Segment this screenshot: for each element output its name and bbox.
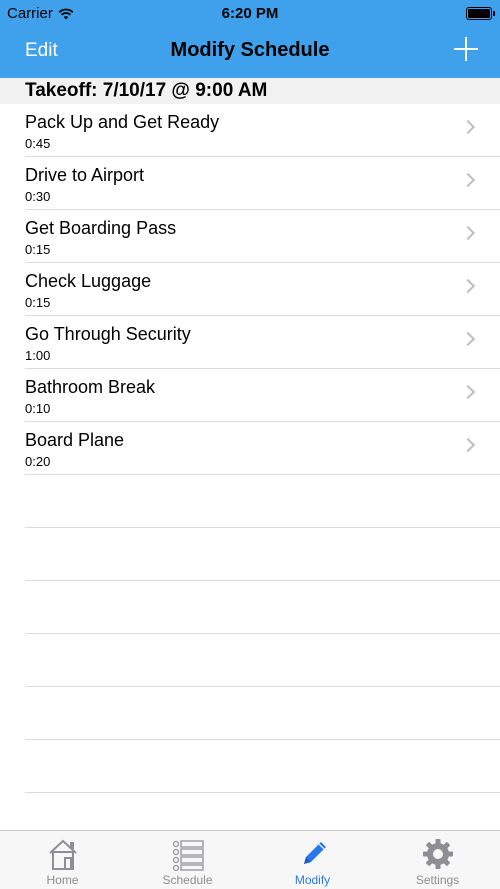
empty-row [25, 475, 500, 528]
chevron-right-icon [460, 331, 476, 347]
tab-bar: Home Schedule Modify Settings [0, 830, 500, 889]
chevron-right-icon [460, 119, 476, 135]
list-item[interactable]: Go Through Security 1:00 [25, 316, 500, 369]
tab-home[interactable]: Home [0, 831, 125, 889]
tab-settings[interactable]: Settings [375, 831, 500, 889]
navigation-bar: Edit Modify Schedule [0, 28, 500, 78]
chevron-right-icon [460, 278, 476, 294]
empty-row [25, 740, 500, 793]
item-duration: 0:10 [25, 401, 51, 416]
item-name: Bathroom Break [25, 377, 156, 397]
status-time: 6:20 PM [221, 5, 279, 22]
item-name: Board Plane [25, 430, 125, 450]
tab-schedule[interactable]: Schedule [125, 831, 250, 889]
gear-icon [422, 839, 453, 869]
chevron-right-icon [460, 437, 476, 453]
list-item[interactable]: Pack Up and Get Ready 0:45 [25, 104, 500, 157]
tab-label: Settings [415, 873, 460, 887]
list-icon [172, 840, 204, 871]
battery-icon [466, 7, 495, 20]
pencil-icon [303, 842, 326, 864]
list-item[interactable]: Drive to Airport 0:30 [25, 157, 500, 210]
item-name: Get Boarding Pass [25, 218, 177, 238]
chevron-right-icon [460, 225, 476, 241]
item-duration: 0:15 [25, 242, 51, 257]
item-duration: 0:15 [25, 295, 51, 310]
house-icon [48, 839, 77, 870]
list-item[interactable]: Board Plane 0:20 [25, 422, 500, 475]
empty-row [25, 687, 500, 740]
empty-row [25, 581, 500, 634]
item-name: Go Through Security [25, 324, 191, 344]
item-name: Pack Up and Get Ready [25, 112, 220, 132]
item-name: Check Luggage [25, 271, 152, 291]
item-duration: 0:45 [25, 136, 51, 151]
tab-label: Schedule [162, 873, 213, 887]
item-duration: 0:20 [25, 454, 51, 469]
empty-row [25, 528, 500, 581]
tab-label: Home [46, 873, 79, 887]
list-item[interactable]: Get Boarding Pass 0:15 [25, 210, 500, 263]
tab-label: Modify [294, 873, 331, 887]
takeoff-header: Takeoff: 7/10/17 @ 9:00 AM [0, 78, 500, 104]
schedule-list: Pack Up and Get Ready 0:45 Drive to Airp… [0, 104, 500, 793]
page-title: Modify Schedule [170, 39, 330, 61]
empty-row [25, 634, 500, 687]
plus-icon[interactable] [454, 37, 478, 61]
tab-modify[interactable]: Modify [250, 831, 375, 889]
item-duration: 1:00 [25, 348, 51, 363]
item-duration: 0:30 [25, 189, 51, 204]
chevron-right-icon [460, 384, 476, 400]
chevron-right-icon [460, 172, 476, 188]
list-item[interactable]: Bathroom Break 0:10 [25, 369, 500, 422]
status-bar: Carrier 6:20 PM [0, 0, 500, 28]
list-item[interactable]: Check Luggage 0:15 [25, 263, 500, 316]
item-name: Drive to Airport [25, 165, 145, 185]
